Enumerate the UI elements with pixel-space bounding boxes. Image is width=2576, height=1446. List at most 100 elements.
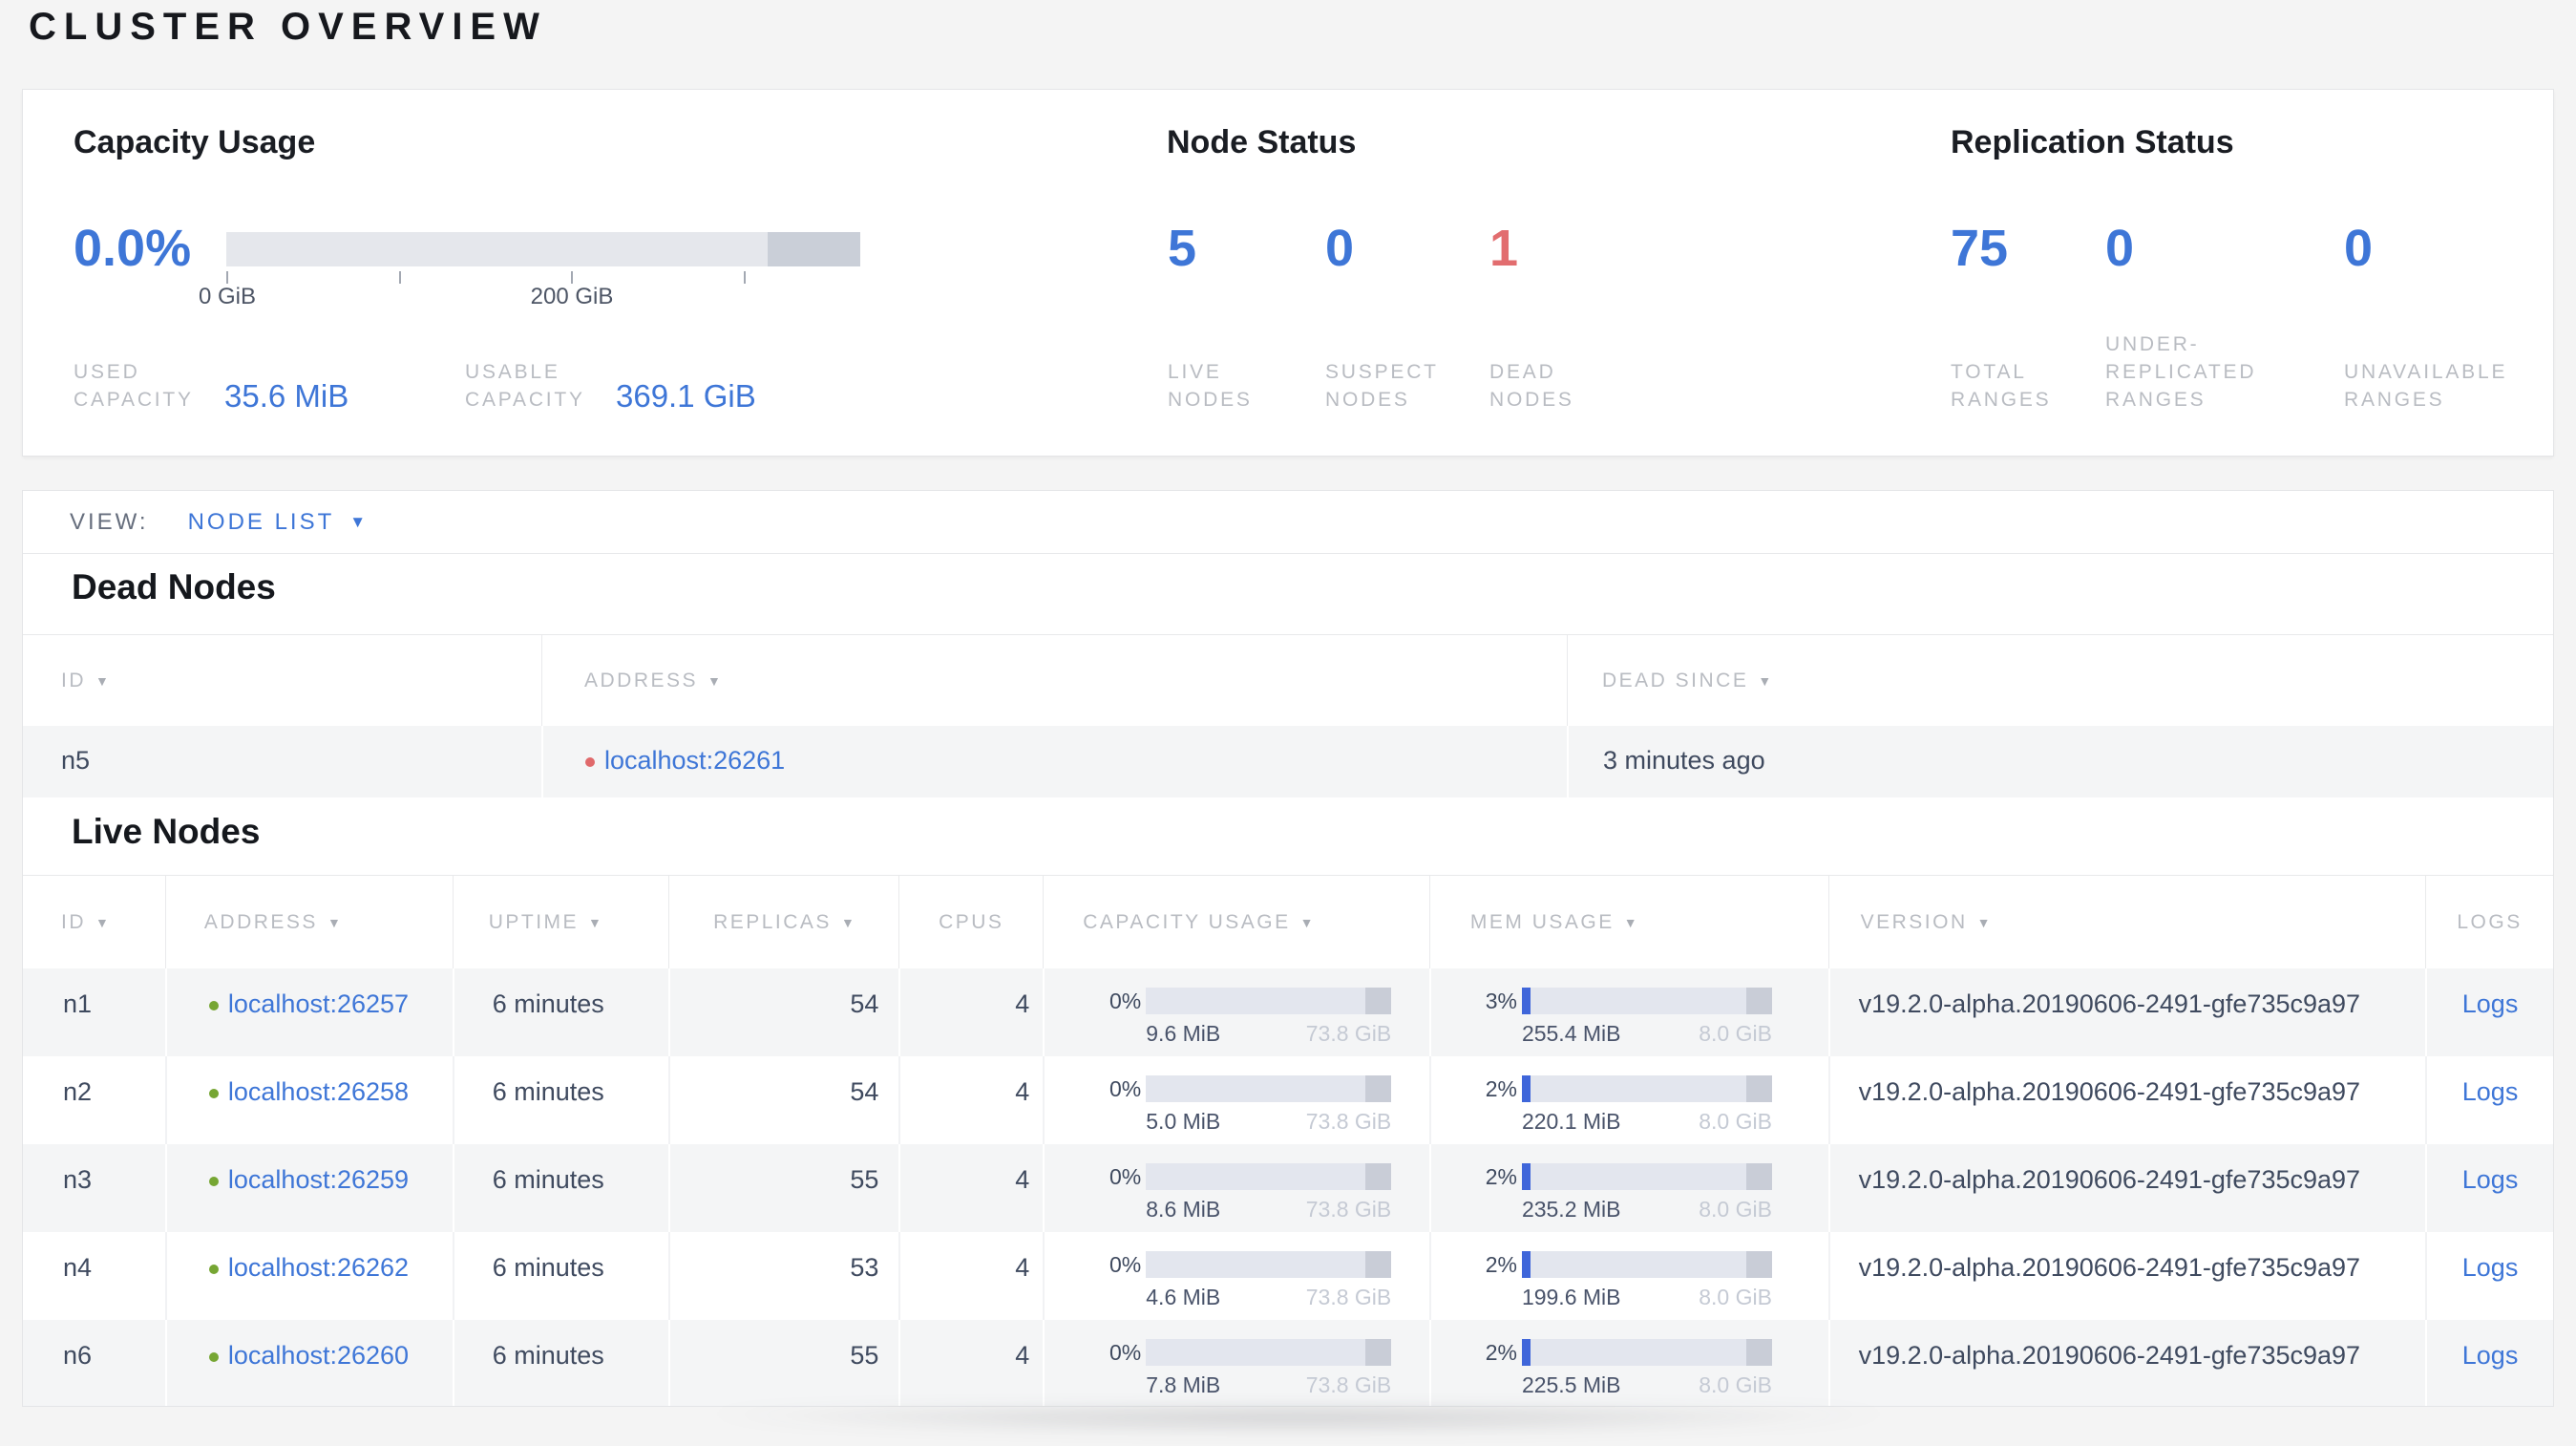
node-version: v19.2.0-alpha.20190606-2491-gfe735c9a97 [1827, 1232, 2426, 1320]
node-cpus: 4 [898, 1232, 1043, 1320]
mem-bar-reserved-segment [1745, 988, 1772, 1014]
capacity-percent: 0% [1109, 1163, 1142, 1189]
node-replicas: 53 [667, 1232, 899, 1320]
dead-column-header-id[interactable]: ID ▼ [23, 635, 541, 726]
column-label: VERSION [1860, 910, 1968, 933]
mem-percent: 2% [1485, 1075, 1517, 1101]
dead-column-header-dead-since[interactable]: DEAD SINCE ▼ [1567, 635, 2553, 726]
column-header-version[interactable]: VERSION ▼ [1827, 876, 2426, 968]
dead-column-header-address[interactable]: ADDRESS ▼ [541, 635, 1567, 726]
capacity-percent: 0% [1109, 1075, 1142, 1101]
axis-tick [571, 271, 573, 284]
node-uptime: 6 minutes [452, 1320, 668, 1406]
node-logs-cell: Logs [2425, 1320, 2553, 1406]
sort-descending-icon: ▼ [95, 914, 109, 930]
live-nodes-count: 5 [1168, 220, 1197, 277]
live-status-dot-icon [208, 1001, 219, 1010]
column-header-replicas[interactable]: REPLICAS ▼ [667, 876, 899, 968]
node-address-link[interactable]: localhost:26257 [228, 989, 409, 1018]
mem-percent: 2% [1485, 1339, 1517, 1365]
mem-percent: 2% [1485, 1163, 1517, 1189]
capacity-max-value: 73.8 GiB [1305, 1021, 1392, 1046]
mem-bar-fill [1521, 988, 1531, 1014]
node-capacity-usage: 0% 7.8 MiB 73.8 GiB [1043, 1320, 1429, 1406]
dead-nodes-table: ID ▼ ADDRESS ▼ DEAD SINCE ▼ n5 localhost… [23, 634, 2553, 797]
axis-tick [226, 271, 228, 284]
mem-bar-fill [1521, 1163, 1531, 1190]
used-capacity-stat: USED CAPACITY 35.6 MiB [74, 358, 348, 414]
dead-node-dead-since: 3 minutes ago [1567, 726, 2553, 797]
suspect-nodes-label: SUSPECT NODES [1325, 361, 1439, 411]
node-uptime: 6 minutes [452, 1144, 668, 1232]
under-replicated-ranges-count: 0 [2105, 220, 2135, 277]
node-address-cell: localhost:26262 [164, 1232, 453, 1320]
live-node-row: n1 localhost:26257 6 minutes 54 4 0% 9.6… [23, 968, 2553, 1056]
under-replicated-ranges-label: UNDER-REPLICATED RANGES [2105, 333, 2257, 411]
node-logs-cell: Logs [2425, 968, 2553, 1056]
live-status-dot-icon [208, 1089, 219, 1098]
capacity-used-value: 4.6 MiB [1146, 1285, 1221, 1309]
live-nodes-label: LIVE NODES [1168, 361, 1253, 411]
node-address-link[interactable]: localhost:26258 [228, 1077, 409, 1106]
column-header-logs: LOGS [2425, 876, 2553, 968]
column-label: REPLICAS [713, 910, 832, 933]
node-address-link[interactable]: localhost:26262 [228, 1253, 409, 1282]
node-uptime: 6 minutes [452, 1056, 668, 1144]
node-replicas: 54 [667, 968, 899, 1056]
capacity-used-value: 9.6 MiB [1146, 1021, 1221, 1046]
dead-node-address-link[interactable]: localhost:26261 [604, 746, 785, 775]
node-mem-usage: 2% 220.1 MiB 8.0 GiB [1428, 1056, 1828, 1144]
node-id: n3 [63, 1165, 93, 1194]
mem-max-value: 8.0 GiB [1699, 1109, 1772, 1134]
unavailable-ranges-count: 0 [2344, 220, 2374, 277]
node-logs-cell: Logs [2425, 1144, 2553, 1232]
node-logs-cell: Logs [2425, 1056, 2553, 1144]
logs-link[interactable]: Logs [2462, 1341, 2519, 1370]
node-mem-usage: 2% 235.2 MiB 8.0 GiB [1428, 1144, 1828, 1232]
node-capacity-usage: 0% 9.6 MiB 73.8 GiB [1043, 968, 1429, 1056]
view-mode-dropdown[interactable]: NODE LIST [188, 509, 335, 536]
node-mem-usage: 3% 255.4 MiB 8.0 GiB [1428, 968, 1828, 1056]
sort-descending-icon: ▼ [840, 914, 855, 930]
column-label: ID [61, 669, 86, 691]
mem-bar [1521, 1251, 1772, 1278]
capacity-percent: 0% [1109, 1251, 1142, 1277]
total-ranges-label: TOTAL RANGES [1951, 361, 2052, 411]
node-address-link[interactable]: localhost:26260 [228, 1341, 409, 1370]
capacity-used-value: 7.8 MiB [1146, 1372, 1221, 1397]
column-header-uptime[interactable]: UPTIME ▼ [452, 876, 668, 968]
logs-link[interactable]: Logs [2462, 1077, 2519, 1106]
column-header-address[interactable]: ADDRESS ▼ [164, 876, 453, 968]
mem-bar-fill [1521, 1251, 1531, 1278]
capacity-used-value: 8.6 MiB [1146, 1197, 1221, 1222]
node-capacity-usage: 0% 5.0 MiB 73.8 GiB [1043, 1056, 1429, 1144]
node-id: n4 [63, 1253, 93, 1282]
mem-percent: 2% [1485, 1251, 1517, 1277]
logs-link[interactable]: Logs [2462, 989, 2519, 1018]
mem-max-value: 8.0 GiB [1699, 1285, 1772, 1309]
node-replicas: 55 [667, 1144, 899, 1232]
live-nodes-heading: Live Nodes [72, 812, 261, 851]
mem-used-value: 199.6 MiB [1521, 1285, 1621, 1309]
node-address-link[interactable]: localhost:26259 [228, 1165, 409, 1194]
column-label: ID [61, 910, 86, 933]
axis-label-zero: 0 GiB [198, 284, 257, 309]
column-header-id[interactable]: ID ▼ [23, 876, 165, 968]
logs-link[interactable]: Logs [2462, 1165, 2519, 1194]
column-header-mem-usage[interactable]: MEM USAGE ▼ [1428, 876, 1828, 968]
live-node-row: n6 localhost:26260 6 minutes 55 4 0% 7.8… [23, 1320, 2553, 1406]
node-capacity-usage: 0% 4.6 MiB 73.8 GiB [1043, 1232, 1429, 1320]
capacity-bar [1146, 1163, 1392, 1190]
capacity-used-value: 5.0 MiB [1146, 1109, 1221, 1134]
cluster-summary-panel: Capacity Usage 0.0% 0 GiB 200 GiB USED C… [22, 89, 2554, 457]
column-header-capacity-usage[interactable]: CAPACITY USAGE ▼ [1043, 876, 1429, 968]
capacity-bar-reserved-segment [1365, 1163, 1392, 1190]
capacity-bar [1146, 1251, 1392, 1278]
chevron-down-icon[interactable]: ▼ [349, 514, 366, 530]
mem-bar-reserved-segment [1745, 1163, 1772, 1190]
mem-bar [1521, 1339, 1772, 1366]
node-mem-usage: 2% 199.6 MiB 8.0 GiB [1428, 1232, 1828, 1320]
logs-link[interactable]: Logs [2462, 1253, 2519, 1282]
mem-bar-reserved-segment [1745, 1075, 1772, 1102]
capacity-usage-bar [226, 232, 860, 266]
